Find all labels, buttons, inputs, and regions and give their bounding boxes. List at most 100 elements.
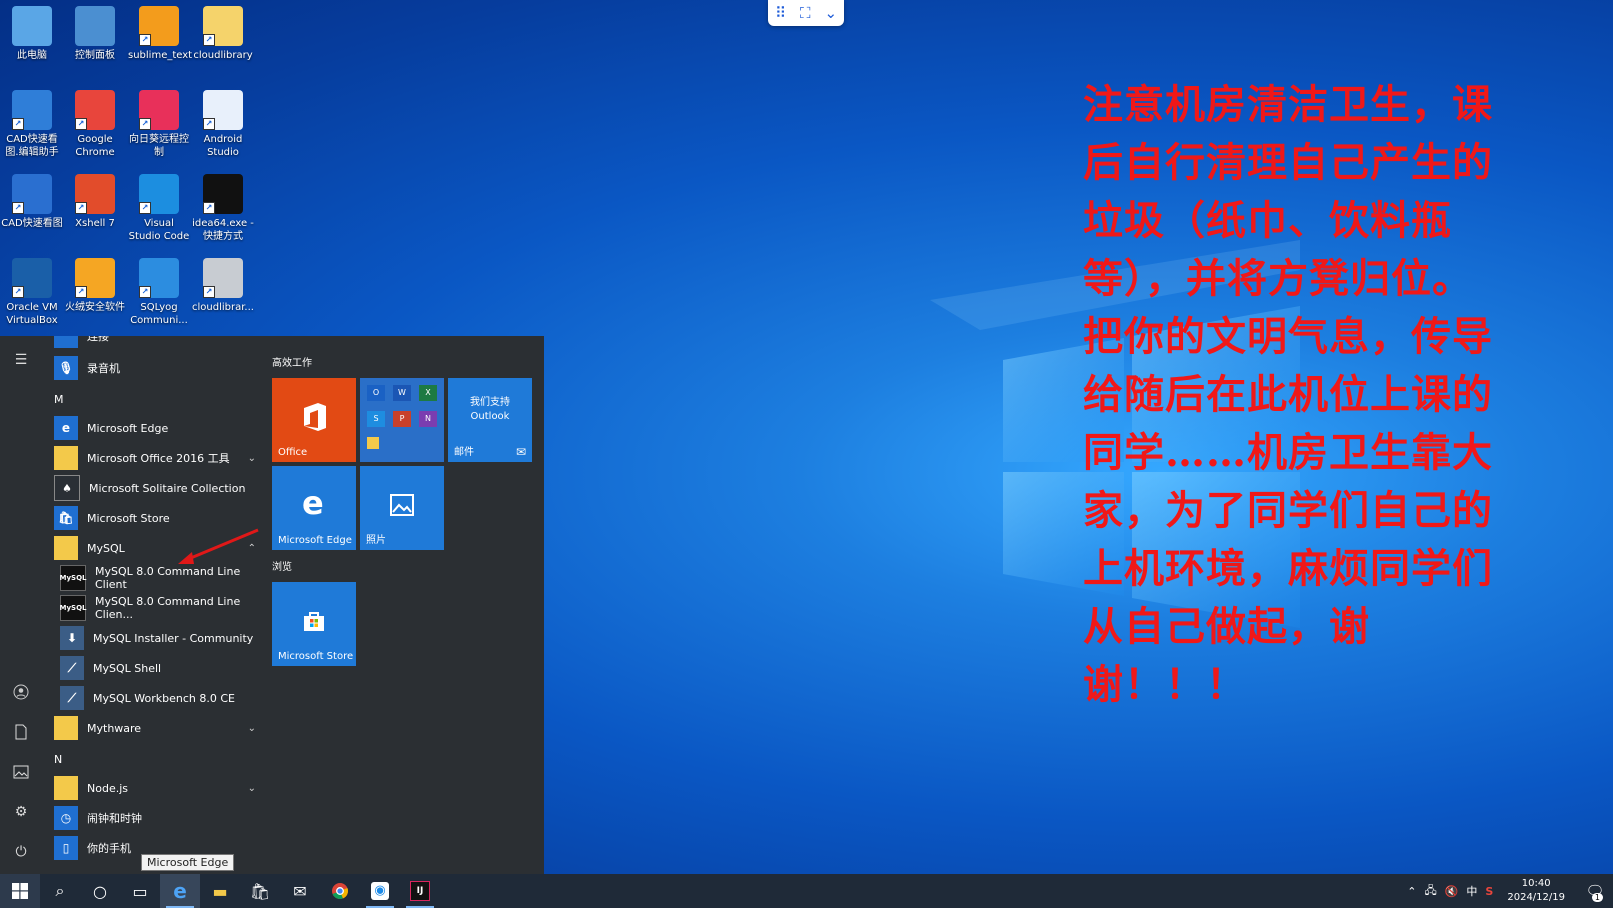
desktop-icon[interactable]: ↗ idea64.exe - 快捷方式 bbox=[192, 174, 254, 243]
sogou-icon[interactable]: S bbox=[1485, 885, 1493, 898]
folder-icon bbox=[54, 776, 78, 800]
settings-icon[interactable]: ⚙ bbox=[11, 802, 31, 822]
action-center-button[interactable]: 🗨 1 bbox=[1577, 874, 1613, 908]
pictures-icon[interactable] bbox=[11, 762, 31, 782]
task-view-button[interactable]: ▭ bbox=[120, 874, 160, 908]
phone-icon: ▯ bbox=[54, 836, 78, 860]
fullscreen-icon[interactable]: ⛶ bbox=[800, 4, 811, 22]
installer-icon: ⬇ bbox=[60, 626, 84, 650]
list-item[interactable]: 连接 bbox=[54, 336, 264, 350]
desktop-icon[interactable]: 此电脑 bbox=[1, 6, 63, 62]
app-mysql-shell[interactable]: ⟋ MySQL Shell bbox=[60, 654, 270, 682]
grid-icon[interactable]: ⠿ bbox=[775, 4, 786, 22]
letter-header-n[interactable]: N bbox=[54, 753, 62, 766]
tile-office[interactable]: Office bbox=[272, 378, 356, 462]
app-mysql-installer[interactable]: ⬇ MySQL Installer - Community bbox=[60, 624, 270, 652]
app-nodejs-folder[interactable]: Node.js ⌄ bbox=[54, 774, 264, 802]
app-office-tools-folder[interactable]: Microsoft Office 2016 工具 ⌄ bbox=[54, 444, 264, 472]
tile-group-productivity: 高效工作 bbox=[272, 358, 312, 369]
edge-icon: e bbox=[302, 484, 324, 522]
store-icon: 🛍 bbox=[54, 506, 78, 530]
cad-icon: ↗ bbox=[12, 174, 52, 214]
tile-mail[interactable]: 我们支持 Outlook 邮件 ✉ bbox=[448, 378, 532, 462]
tile-mail-label: 邮件 bbox=[454, 447, 474, 458]
shortcut-arrow-icon: ↗ bbox=[139, 118, 151, 130]
word-icon: W bbox=[393, 385, 411, 401]
app-mysql-workbench[interactable]: ⟋ MySQL Workbench 8.0 CE bbox=[60, 684, 270, 712]
taskbar-chrome[interactable] bbox=[320, 874, 360, 908]
shortcut-arrow-icon: ↗ bbox=[75, 118, 87, 130]
desktop-icon[interactable]: ↗ SQLyog Communi... bbox=[128, 258, 190, 327]
remote-toolbar: ⠿ ⛶ ⌄ bbox=[768, 0, 844, 26]
start-button[interactable] bbox=[0, 874, 40, 908]
start-menu: ☰ ⚙ ⏻ 连接 🎙 录音机 M e Microsoft Edge Micros… bbox=[0, 336, 544, 874]
desktop-icon-label: CAD快速看图 bbox=[1, 218, 63, 229]
desktop-icon[interactable]: ↗ Android Studio bbox=[192, 90, 254, 159]
clock[interactable]: 10:40 2024/12/19 bbox=[1507, 877, 1565, 905]
tile-photos[interactable]: 照片 bbox=[360, 466, 444, 550]
desktop-icon[interactable]: ↗ 向日葵远程控制 bbox=[128, 90, 190, 159]
intellij-icon: IJ bbox=[410, 881, 430, 901]
menu-icon[interactable]: ☰ bbox=[11, 350, 31, 370]
desktop-icon[interactable]: ↗ Oracle VM VirtualBox bbox=[1, 258, 63, 327]
mail-icon: ✉ bbox=[293, 881, 307, 901]
search-button[interactable]: ⌕ bbox=[40, 874, 80, 908]
app-recorder[interactable]: 🎙 录音机 bbox=[54, 354, 264, 382]
desktop-icon[interactable]: ↗ CAD快速看图.编辑助手 bbox=[1, 90, 63, 159]
tile-office-apps-folder[interactable]: O W X S P N bbox=[360, 378, 444, 462]
android-studio-icon: ↗ bbox=[203, 90, 243, 130]
network-icon[interactable]: 🖧 bbox=[1424, 882, 1436, 901]
shortcut-arrow-icon: ↗ bbox=[203, 286, 215, 298]
virtualbox-icon: ↗ bbox=[12, 258, 52, 298]
user-icon[interactable] bbox=[11, 682, 31, 702]
desktop-icon[interactable]: ↗ Visual Studio Code bbox=[128, 174, 190, 243]
chevron-up-icon[interactable]: ⌃ bbox=[1407, 885, 1416, 898]
letter-header-m[interactable]: M bbox=[54, 393, 64, 406]
shortcut-arrow-icon: ↗ bbox=[12, 118, 24, 130]
dolphin-icon: ⟋ bbox=[60, 686, 84, 710]
folder-icon bbox=[54, 716, 78, 740]
taskbar-edge[interactable]: e bbox=[160, 874, 200, 908]
tile-edge[interactable]: e Microsoft Edge bbox=[272, 466, 356, 550]
taskbar-file-explorer[interactable]: ▬ bbox=[200, 874, 240, 908]
taskbar-sunlogin[interactable]: ◉ bbox=[360, 874, 400, 908]
sqlyog-icon: ↗ bbox=[139, 258, 179, 298]
volume-muted-icon[interactable]: 🔇 bbox=[1445, 885, 1459, 898]
app-solitaire[interactable]: ♠ Microsoft Solitaire Collection bbox=[54, 474, 264, 502]
desktop-icon[interactable]: ↗ Xshell 7 bbox=[64, 174, 126, 230]
desktop-icon[interactable]: ↗ cloudlibrary bbox=[192, 6, 254, 62]
taskbar-store[interactable]: 🛍 bbox=[240, 874, 280, 908]
tile-store[interactable]: Microsoft Store bbox=[272, 582, 356, 666]
desktop-icon-label: cloudlibrary bbox=[193, 50, 253, 61]
chevron-down-icon[interactable]: ⌄ bbox=[824, 4, 837, 22]
mail-icon: ✉ bbox=[515, 445, 526, 459]
task-view-icon: ▭ bbox=[132, 881, 148, 901]
desktop-icon[interactable]: ↗ sublime_text bbox=[128, 6, 192, 62]
power-icon[interactable]: ⏻ bbox=[11, 842, 31, 862]
app-mythware-folder[interactable]: Mythware ⌄ bbox=[54, 714, 264, 742]
shortcut-arrow-icon: ↗ bbox=[139, 286, 151, 298]
skype-icon: S bbox=[367, 411, 385, 427]
app-edge[interactable]: e Microsoft Edge bbox=[54, 414, 264, 442]
ime-indicator[interactable]: 中 bbox=[1466, 883, 1477, 899]
app-alarms[interactable]: ◷ 闹钟和时钟 bbox=[54, 804, 264, 832]
chrome-icon: ↗ bbox=[75, 90, 115, 130]
taskbar-mail[interactable]: ✉ bbox=[280, 874, 320, 908]
shortcut-arrow-icon: ↗ bbox=[203, 118, 215, 130]
shortcut-arrow-icon: ↗ bbox=[139, 202, 151, 214]
taskbar-intellij[interactable]: IJ bbox=[400, 874, 440, 908]
desktop-icon-label: 控制面板 bbox=[75, 50, 115, 61]
desktop-icon[interactable]: 控制面板 bbox=[64, 6, 126, 62]
cortana-button[interactable]: ○ bbox=[80, 874, 120, 908]
desktop-icon[interactable]: ↗ 火绒安全软件 bbox=[64, 258, 126, 314]
app-mysql-cli-unicode[interactable]: MySQL MySQL 8.0 Command Line Clien... bbox=[60, 594, 270, 622]
document-icon[interactable] bbox=[11, 722, 31, 742]
desktop-icon[interactable]: ↗ Google Chrome bbox=[64, 90, 126, 159]
desktop-icon[interactable]: ↗ cloudlibrar... bbox=[192, 258, 254, 314]
folder-icon: ↗ bbox=[203, 6, 243, 46]
desktop-icon[interactable]: ↗ CAD快速看图 bbox=[1, 174, 63, 230]
connect-icon bbox=[54, 336, 78, 348]
shortcut-arrow-icon: ↗ bbox=[75, 202, 87, 214]
store-icon: 🛍 bbox=[249, 881, 271, 901]
cortana-icon: ○ bbox=[93, 881, 107, 901]
